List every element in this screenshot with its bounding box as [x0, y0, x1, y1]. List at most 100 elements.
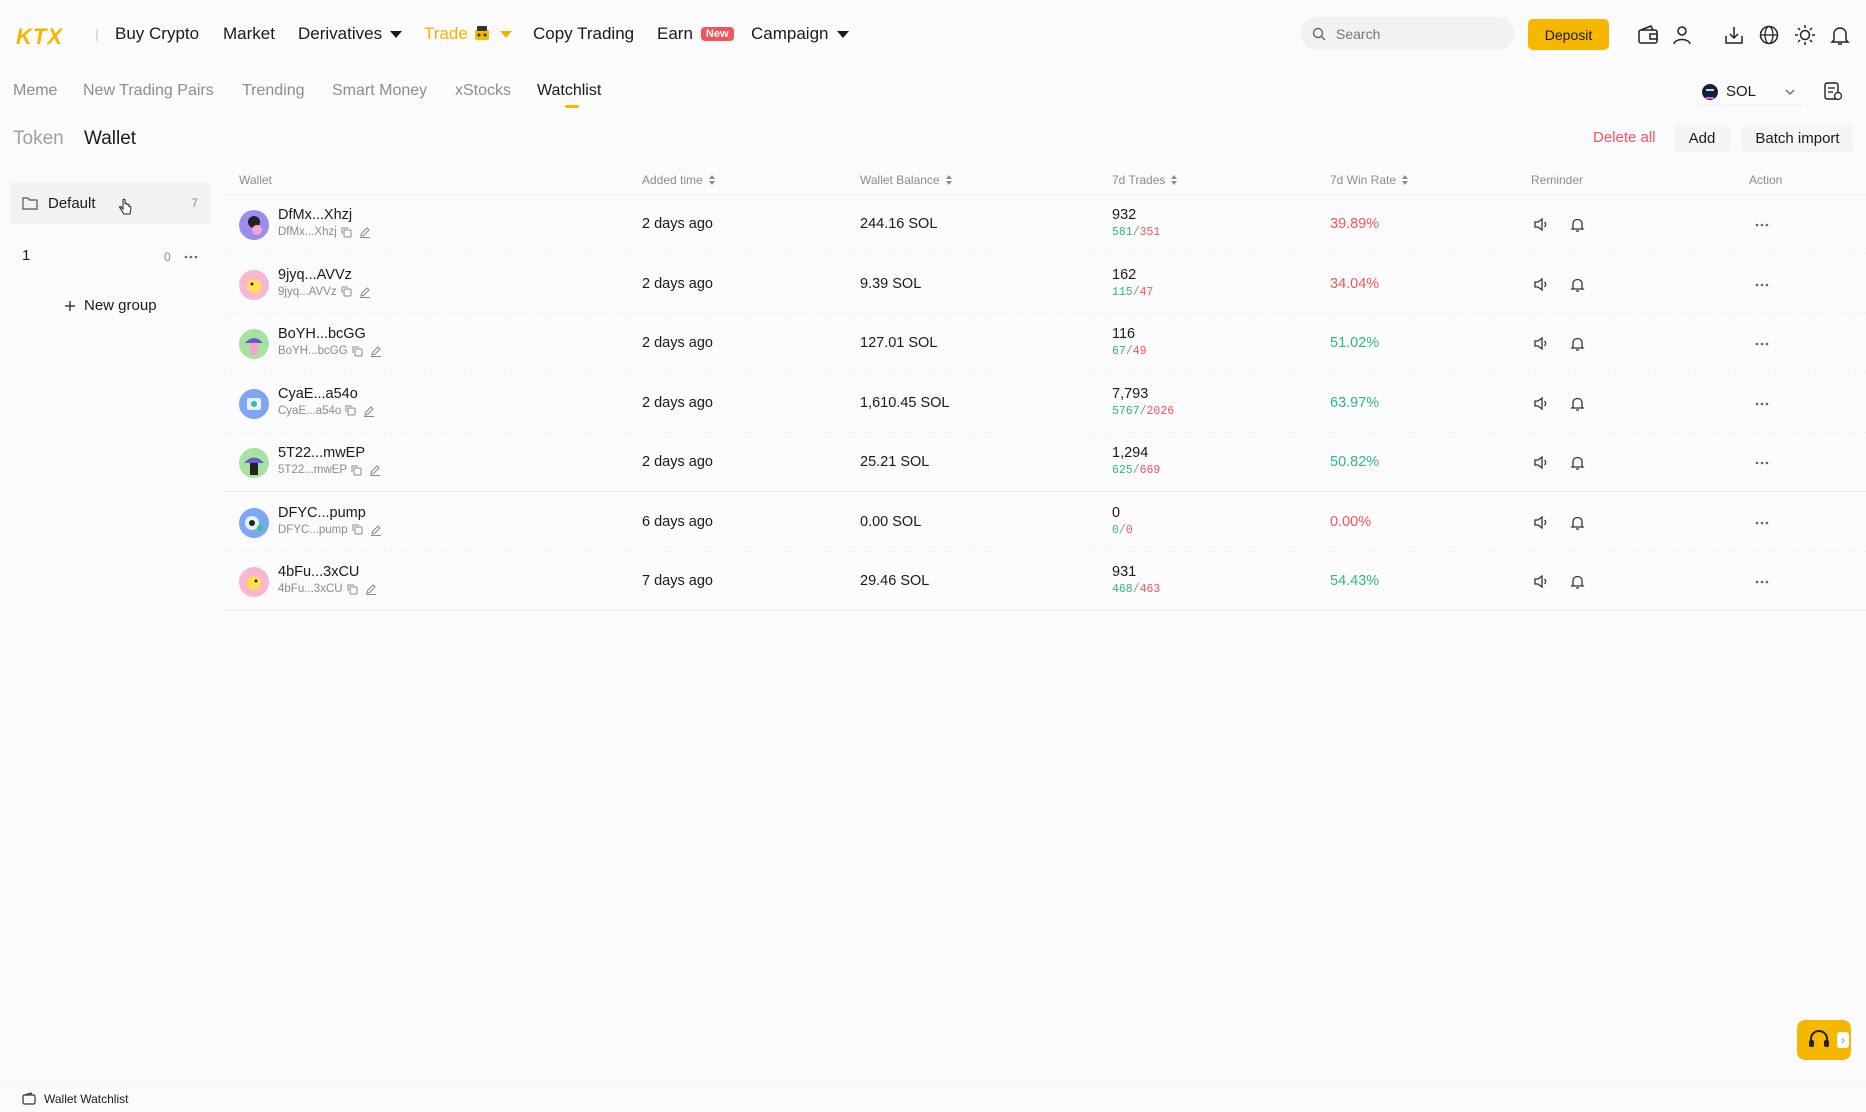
wallet-name[interactable]: DfMx...Xhzj: [278, 207, 352, 223]
new-group-button[interactable]: New group: [64, 297, 157, 314]
more-options-icon[interactable]: [184, 255, 198, 259]
edit-icon[interactable]: [369, 464, 381, 476]
copy-icon[interactable]: [351, 465, 362, 476]
sound-reminder-icon[interactable]: [1533, 454, 1550, 471]
logo[interactable]: KTX: [16, 24, 63, 50]
edit-icon[interactable]: [363, 405, 375, 417]
table-row[interactable]: DFYC...pump DFYC...pump 6 days ago 0.00 …: [224, 493, 1866, 552]
wallet-balance: 25.21 SOL: [860, 454, 930, 470]
more-actions-icon[interactable]: [1754, 515, 1770, 531]
wallet-avatar: [239, 329, 269, 359]
more-actions-icon[interactable]: [1754, 574, 1770, 590]
wallet-name[interactable]: CyaE...a54o: [278, 386, 358, 402]
sound-reminder-icon[interactable]: [1533, 216, 1550, 233]
wallet-address-text: DFYC...pump: [278, 523, 348, 536]
sound-reminder-icon[interactable]: [1533, 335, 1550, 352]
deposit-button[interactable]: Deposit: [1528, 19, 1609, 50]
globe-icon[interactable]: [1758, 24, 1780, 46]
table-row[interactable]: 9jyq...AVVz 9jyq...AVVz 2 days ago 9.39 …: [224, 255, 1866, 314]
wallet-name[interactable]: 9jyq...AVVz: [278, 267, 352, 283]
user-icon[interactable]: [1671, 24, 1693, 46]
more-actions-icon[interactable]: [1754, 396, 1770, 412]
edit-icon[interactable]: [370, 524, 382, 536]
sound-reminder-icon[interactable]: [1533, 276, 1550, 293]
wallet-icon[interactable]: [1637, 24, 1659, 46]
table-row[interactable]: 4bFu...3xCU 4bFu...3xCU 7 days ago 29.46…: [224, 552, 1866, 611]
new-group-label: New group: [84, 297, 157, 314]
copy-icon[interactable]: [341, 286, 352, 297]
chevron-right-icon[interactable]: ›: [1837, 1032, 1849, 1048]
bell-reminder-icon[interactable]: [1569, 573, 1586, 590]
wallet-name[interactable]: 4bFu...3xCU: [278, 564, 359, 580]
notification-bell-icon[interactable]: [1829, 24, 1851, 46]
sound-reminder-icon[interactable]: [1533, 395, 1550, 412]
subtab-xstocks[interactable]: xStocks: [455, 82, 511, 100]
wallet-name[interactable]: 5T22...mwEP: [278, 445, 365, 461]
subtab-watchlist[interactable]: Watchlist: [537, 82, 601, 100]
edit-icon[interactable]: [365, 583, 377, 595]
nav-market[interactable]: Market: [223, 24, 275, 44]
table-row[interactable]: CyaE...a54o CyaE...a54o 2 days ago 1,610…: [224, 374, 1866, 433]
nav-trade[interactable]: Trade: [424, 24, 512, 44]
sound-reminder-icon[interactable]: [1533, 514, 1550, 531]
wallet-name[interactable]: DFYC...pump: [278, 505, 366, 521]
table-row[interactable]: BoYH...bcGG BoYH...bcGG 2 days ago 127.0…: [224, 314, 1866, 373]
edit-icon[interactable]: [359, 286, 371, 298]
tab-wallet[interactable]: Wallet: [84, 128, 136, 150]
bell-reminder-icon[interactable]: [1569, 514, 1586, 531]
more-actions-icon[interactable]: [1754, 455, 1770, 471]
more-actions-icon[interactable]: [1754, 217, 1770, 233]
tab-token[interactable]: Token: [13, 128, 64, 150]
wallet-name[interactable]: BoYH...bcGG: [278, 326, 366, 342]
copy-icon[interactable]: [352, 524, 363, 535]
subtab-smart-money[interactable]: Smart Money: [332, 82, 427, 100]
copy-icon[interactable]: [341, 227, 352, 238]
table-row[interactable]: DfMx...Xhzj DfMx...Xhzj 2 days ago 244.1…: [224, 195, 1866, 254]
download-icon[interactable]: [1723, 24, 1745, 46]
group-default[interactable]: Default 7: [10, 182, 210, 224]
header-wallet-balance[interactable]: Wallet Balance: [860, 173, 952, 187]
trades-losses: 351: [1139, 226, 1161, 239]
header-added-time[interactable]: Added time: [642, 173, 715, 187]
nav-label: Trade: [424, 24, 468, 43]
group-1[interactable]: 1 0: [10, 245, 210, 269]
copy-icon[interactable]: [347, 584, 358, 595]
nav-copy-trading[interactable]: Copy Trading: [533, 24, 634, 44]
subtab-meme[interactable]: Meme: [13, 82, 57, 100]
subtab-new-trading-pairs[interactable]: New Trading Pairs: [83, 82, 214, 100]
footer-label[interactable]: Wallet Watchlist: [44, 1092, 128, 1106]
copy-icon[interactable]: [345, 405, 356, 416]
nav-buy-crypto[interactable]: Buy Crypto: [115, 24, 199, 44]
search-input[interactable]: [1336, 25, 1496, 42]
theme-sun-icon[interactable]: [1794, 24, 1816, 46]
more-actions-icon[interactable]: [1754, 336, 1770, 352]
bell-reminder-icon[interactable]: [1569, 276, 1586, 293]
copy-icon[interactable]: [352, 346, 363, 357]
delete-all-button[interactable]: Delete all: [1593, 129, 1656, 146]
chain-select[interactable]: SOL: [1692, 78, 1802, 106]
bell-reminder-icon[interactable]: [1569, 335, 1586, 352]
trades-win-loss: 581/351: [1112, 226, 1160, 239]
caret-down-icon: [836, 30, 849, 38]
header-7d-win-rate[interactable]: 7d Win Rate: [1330, 173, 1409, 187]
header-7d-trades[interactable]: 7d Trades: [1112, 173, 1178, 187]
nav-campaign[interactable]: Campaign: [751, 24, 849, 44]
more-actions-icon[interactable]: [1754, 277, 1770, 293]
edit-icon[interactable]: [370, 345, 382, 357]
batch-import-button[interactable]: Batch import: [1742, 124, 1853, 152]
search-box[interactable]: [1300, 17, 1514, 50]
support-button[interactable]: ›: [1797, 1020, 1851, 1060]
trades-slash: /: [1132, 285, 1140, 299]
panel-toggle-icon[interactable]: [1822, 80, 1844, 102]
nav-earn[interactable]: Earn New: [657, 24, 734, 44]
bell-reminder-icon[interactable]: [1569, 216, 1586, 233]
subtab-trending[interactable]: Trending: [242, 82, 305, 100]
trades-count: 932: [1112, 207, 1137, 223]
add-button[interactable]: Add: [1674, 124, 1730, 152]
nav-derivatives[interactable]: Derivatives: [298, 24, 403, 44]
sound-reminder-icon[interactable]: [1533, 573, 1550, 590]
edit-icon[interactable]: [359, 226, 371, 238]
bell-reminder-icon[interactable]: [1569, 395, 1586, 412]
table-row[interactable]: 5T22...mwEP 5T22...mwEP 2 days ago 25.21…: [224, 433, 1866, 492]
bell-reminder-icon[interactable]: [1569, 454, 1586, 471]
